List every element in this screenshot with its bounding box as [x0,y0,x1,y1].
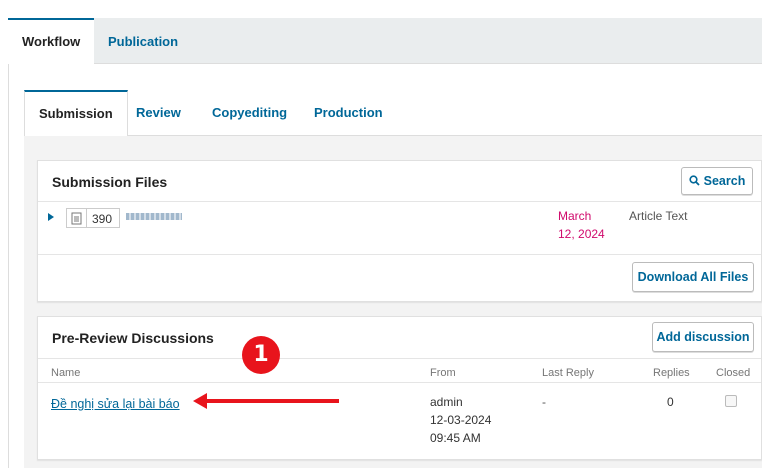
search-button-label: Search [703,174,746,188]
stage-tab-bar: Submission Review Copyediting Production [24,90,762,137]
download-all-files-button[interactable]: Download All Files [632,262,754,292]
discussion-closed-checkbox[interactable] [725,395,737,407]
step-number-badge: 1 [242,336,280,374]
pre-review-discussions-panel: Pre-Review Discussions Add discussion Na… [37,316,762,460]
expand-icon[interactable] [48,213,54,221]
tab-review[interactable]: Review [122,90,195,136]
divider [38,201,761,202]
tab-workflow[interactable]: Workflow [8,18,95,65]
column-header-name: Name [51,367,81,379]
column-header-from: From [430,367,456,379]
discussion-from: admin 12-03-2024 09:45 AM [430,395,492,445]
file-name-blurred[interactable] [126,213,182,220]
tab-submission[interactable]: Submission [24,90,128,137]
column-header-closed: Closed [716,367,751,379]
file-id: 390 [92,212,113,226]
divider [38,382,761,383]
divider [38,358,761,359]
submission-files-panel: Submission Files Search 390 March 12, 20… [37,160,762,302]
tab-production[interactable]: Production [300,90,397,136]
discussion-replies: 0 [667,395,674,409]
top-strip [8,0,762,16]
discussion-last-reply: - [542,395,546,409]
tab-publication[interactable]: Publication [94,18,192,64]
search-button[interactable]: Search [681,167,753,195]
file-type: Article Text [629,209,688,223]
column-header-last-reply: Last Reply [542,367,594,379]
divider [86,209,87,227]
search-icon [689,169,700,195]
submission-files-title: Submission Files [52,174,168,190]
arrow-shaft [205,399,339,403]
arrow-left-icon [193,393,207,409]
discussions-title: Pre-Review Discussions [52,330,214,346]
divider [38,254,761,255]
column-header-replies: Replies [653,367,690,379]
discussion-link[interactable]: Đề nghị sửa lại bài báo [51,397,180,411]
document-icon [71,212,82,228]
tab-copyediting[interactable]: Copyediting [198,90,301,136]
file-date: March 12, 2024 [558,209,605,241]
add-discussion-button[interactable]: Add discussion [652,322,754,352]
main-tab-bar: Workflow Publication [8,18,762,65]
file-id-box: 390 [66,208,120,228]
